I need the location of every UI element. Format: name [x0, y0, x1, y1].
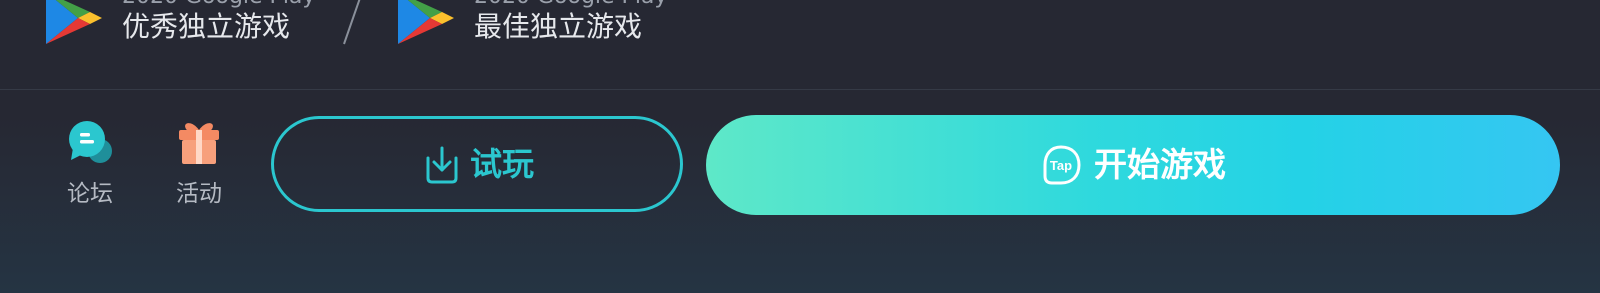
- section-divider: [0, 89, 1600, 90]
- chat-bubble-icon: [69, 121, 112, 163]
- game-action-panel: 2020 Google Play 优秀独立游戏 2020 Google Play…: [0, 0, 1600, 293]
- events-shortcut[interactable]: 活动: [164, 118, 234, 212]
- award-title: 最佳独立游戏: [474, 10, 643, 43]
- awards-strip: 2020 Google Play 优秀独立游戏 2020 Google Play…: [0, 0, 1600, 89]
- taptap-icon: Tap: [1043, 145, 1081, 185]
- award-subtitle: 2020 Google Play: [474, 0, 667, 8]
- events-label: 活动: [176, 181, 222, 207]
- google-play-icon: [46, 0, 102, 44]
- award-title: 优秀独立游戏: [122, 10, 291, 43]
- start-game-button[interactable]: Tap 开始游戏: [706, 115, 1560, 215]
- gift-icon: [179, 123, 219, 164]
- google-play-icon: [398, 0, 454, 44]
- award-divider: [343, 0, 361, 45]
- start-game-label: 开始游戏: [1094, 145, 1226, 184]
- demo-button[interactable]: 试玩: [271, 116, 683, 212]
- award-subtitle: 2020 Google Play: [122, 0, 315, 8]
- forum-label: 论坛: [67, 181, 113, 207]
- demo-label: 试玩: [469, 145, 534, 183]
- download-icon: [426, 146, 458, 184]
- forum-shortcut[interactable]: 论坛: [55, 118, 125, 212]
- taptap-icon-text: Tap: [1050, 158, 1072, 173]
